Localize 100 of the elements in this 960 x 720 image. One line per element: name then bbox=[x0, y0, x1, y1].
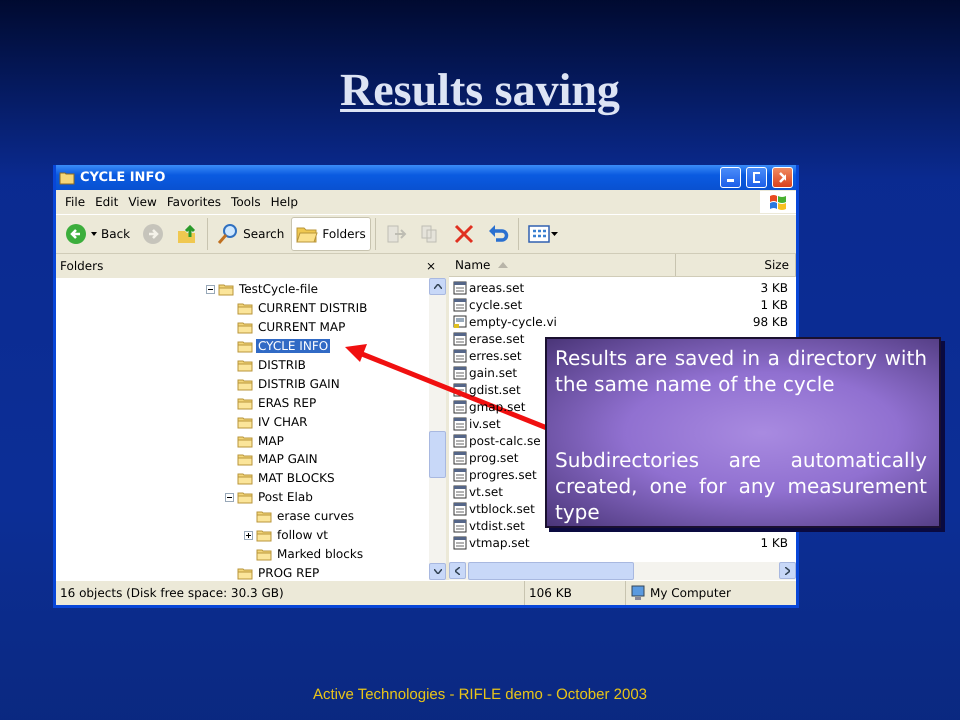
folder-tree-item[interactable]: IV CHAR bbox=[256, 414, 310, 429]
minimize-button[interactable] bbox=[720, 167, 741, 188]
scroll-left-button[interactable] bbox=[449, 562, 466, 579]
menu-item[interactable]: Edit bbox=[90, 193, 124, 211]
folder-icon bbox=[237, 566, 253, 580]
file-name[interactable]: erres.set bbox=[469, 348, 522, 362]
file-name[interactable]: erase.set bbox=[469, 332, 524, 346]
folder-tree-item[interactable]: MAT BLOCKS bbox=[256, 471, 337, 486]
file-icon bbox=[453, 468, 467, 482]
folder-tree-item[interactable]: PROG REP bbox=[256, 566, 322, 580]
file-icon bbox=[453, 298, 467, 312]
folder-icon bbox=[256, 528, 272, 542]
file-name[interactable]: vtblock.set bbox=[469, 502, 535, 516]
column-header[interactable]: Name bbox=[449, 254, 676, 276]
folder-icon bbox=[59, 170, 75, 184]
chevron-down-icon bbox=[434, 569, 442, 574]
file-name[interactable]: gdist.set bbox=[469, 382, 521, 396]
file-name[interactable]: prog.set bbox=[469, 450, 518, 464]
file-icon bbox=[453, 280, 467, 294]
folder-icon bbox=[237, 376, 253, 391]
folder-icon bbox=[237, 396, 253, 410]
folder-tree-item[interactable]: CURRENT MAP bbox=[256, 320, 348, 334]
folder-tree-item[interactable]: ERAS REP bbox=[256, 396, 318, 410]
column-header[interactable]: Size bbox=[676, 254, 796, 276]
callout-text: Subdirectories are automatically created, one for any measurement type bbox=[555, 447, 927, 525]
pane-title: Folders bbox=[60, 259, 104, 273]
close-button[interactable] bbox=[772, 167, 793, 188]
chevron-up-icon bbox=[434, 284, 442, 289]
scroll-right-button[interactable] bbox=[779, 562, 796, 579]
slide-title: Results saving bbox=[340, 63, 620, 118]
maximize-button[interactable] bbox=[746, 167, 767, 188]
menu-item[interactable]: View bbox=[123, 193, 162, 211]
file-size: 3 KB bbox=[759, 280, 789, 294]
folder-icon bbox=[237, 471, 253, 486]
folder-tree-item[interactable]: Post Elab bbox=[256, 490, 315, 504]
collapse-toggle-icon[interactable] bbox=[206, 284, 215, 294]
file-name[interactable]: post-calc.se bbox=[469, 434, 541, 448]
status-text: My Computer bbox=[650, 586, 731, 600]
folders-button[interactable]: Folders bbox=[291, 217, 371, 251]
file-name[interactable]: cycle.set bbox=[469, 298, 522, 312]
file-name[interactable]: iv.set bbox=[469, 416, 501, 430]
folder-tree-item[interactable]: DISTRIB bbox=[256, 358, 308, 372]
file-icon bbox=[453, 518, 467, 532]
sort-ascending-icon bbox=[498, 262, 508, 268]
expand-toggle-icon[interactable] bbox=[244, 530, 253, 540]
file-icon bbox=[453, 366, 467, 380]
folder-tree-item[interactable]: CYCLE INFO bbox=[256, 339, 330, 354]
delete-icon bbox=[452, 223, 475, 245]
folder-tree-item[interactable]: DISTRIB GAIN bbox=[256, 376, 342, 391]
folder-icon bbox=[237, 358, 253, 372]
folder-icon bbox=[237, 452, 253, 466]
collapse-toggle-icon[interactable] bbox=[225, 492, 234, 502]
file-name[interactable]: progres.set bbox=[469, 468, 537, 482]
scroll-up-button[interactable] bbox=[429, 278, 446, 295]
file-size: 1 KB bbox=[759, 536, 789, 550]
scroll-down-button[interactable] bbox=[429, 563, 446, 580]
folder-icon bbox=[256, 546, 272, 561]
file-size: 98 KB bbox=[752, 314, 789, 328]
move-to-icon bbox=[384, 223, 407, 245]
vi-file-icon bbox=[453, 314, 467, 328]
file-name[interactable]: vtmap.set bbox=[469, 536, 530, 550]
menu-item[interactable]: Favorites bbox=[162, 193, 226, 211]
file-name[interactable]: empty-cycle.vi bbox=[469, 314, 557, 328]
pane-close-button[interactable]: × bbox=[426, 259, 436, 273]
horizontal-scrollbar[interactable] bbox=[449, 562, 796, 580]
window-title: CYCLE INFO bbox=[80, 170, 166, 185]
file-name[interactable]: vtdist.set bbox=[469, 518, 525, 532]
file-icon bbox=[453, 434, 467, 448]
scrollbar-thumb[interactable] bbox=[468, 562, 634, 580]
folder-icon bbox=[237, 434, 253, 448]
slide-footer: Active Technologies - RIFLE demo - October 2003 bbox=[312, 686, 648, 703]
folder-tree-item[interactable]: Marked blocks bbox=[275, 546, 366, 561]
file-icon bbox=[453, 348, 467, 362]
menu-item[interactable]: File bbox=[60, 193, 90, 211]
scrollbar-thumb[interactable] bbox=[429, 431, 446, 478]
folder-tree-item[interactable]: follow vt bbox=[275, 528, 330, 542]
file-name[interactable]: areas.set bbox=[469, 280, 524, 294]
file-name[interactable]: gain.set bbox=[469, 366, 518, 380]
folder-tree-item[interactable]: MAP bbox=[256, 434, 286, 448]
folder-tree-item[interactable]: erase curves bbox=[275, 509, 356, 524]
file-size: 1 KB bbox=[759, 298, 789, 312]
folder-icon bbox=[237, 301, 253, 316]
folder-tree-item[interactable]: TestCycle-file bbox=[237, 282, 320, 296]
folder-icon bbox=[237, 414, 253, 429]
back-button[interactable]: Back bbox=[60, 217, 136, 251]
views-icon bbox=[528, 224, 558, 244]
chevron-left-icon bbox=[455, 566, 460, 574]
vertical-scrollbar[interactable] bbox=[429, 278, 446, 580]
menu-item[interactable]: Help bbox=[266, 193, 303, 211]
menu-item[interactable]: Tools bbox=[226, 193, 266, 211]
file-icon bbox=[453, 502, 467, 516]
folder-icon bbox=[237, 490, 253, 504]
file-icon bbox=[453, 400, 467, 414]
status-text: 16 objects (Disk free space: 30.3 GB) bbox=[60, 586, 284, 600]
folder-icon bbox=[237, 320, 253, 334]
folder-tree-item[interactable]: CURRENT DISTRIB bbox=[256, 301, 370, 316]
folder-tree-item[interactable]: MAP GAIN bbox=[256, 452, 320, 466]
undo-icon bbox=[486, 223, 509, 245]
file-name[interactable]: vt.set bbox=[469, 484, 503, 498]
search-button[interactable]: Search bbox=[212, 217, 290, 251]
